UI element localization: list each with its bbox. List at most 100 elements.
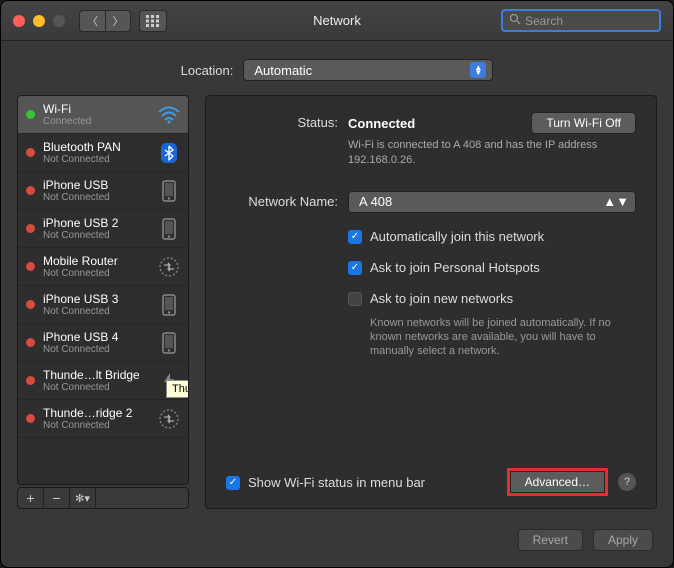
status-dot-icon <box>26 224 35 233</box>
service-name: Thunde…ridge 2 <box>43 406 158 420</box>
service-item-iphone-usb[interactable]: iPhone USBNot Connected <box>18 172 188 210</box>
service-list: Wi-FiConnectedBluetooth PANNot Connected… <box>17 95 189 485</box>
window-controls <box>13 15 65 27</box>
network-name-select[interactable]: A 408 ▲▼ <box>348 191 636 213</box>
service-detail-pane: Status: Connected Turn Wi-Fi Off Wi-Fi i… <box>205 95 657 509</box>
service-text: Mobile RouterNot Connected <box>43 254 158 279</box>
service-name: Mobile Router <box>43 254 158 268</box>
status-value: Connected <box>348 116 415 131</box>
service-status: Not Connected <box>43 344 158 355</box>
select-caret-icon: ▲▼ <box>603 194 629 209</box>
status-dot-icon <box>26 110 35 119</box>
status-dot-icon <box>26 186 35 195</box>
add-service-button[interactable]: + <box>18 488 44 508</box>
service-item-thunde-ridge-2[interactable]: Thunde…ridge 2Not Connected <box>18 400 188 438</box>
search-icon <box>509 13 521 28</box>
search-field[interactable]: Search <box>501 9 661 32</box>
search-placeholder: Search <box>525 14 563 28</box>
tooltip: Thunderbolt Bridge <box>166 380 189 398</box>
service-status: Not Connected <box>43 382 158 393</box>
service-item-thunde-lt-bridge[interactable]: Thunde…lt BridgeNot Connected Thunderbolt… <box>18 362 188 400</box>
zoom-window-button <box>53 15 65 27</box>
help-button[interactable]: ? <box>618 473 636 491</box>
swap-icon <box>158 256 180 278</box>
service-status: Connected <box>43 116 158 127</box>
content-area: Wi-FiConnectedBluetooth PANNot Connected… <box>1 95 673 519</box>
service-name: iPhone USB 3 <box>43 292 158 306</box>
chevron-right-icon: 〉 <box>113 13 124 29</box>
location-value: Automatic <box>254 63 312 78</box>
status-dot-icon <box>26 376 35 385</box>
service-status: Not Connected <box>43 192 158 203</box>
service-text: Thunde…ridge 2Not Connected <box>43 406 158 431</box>
service-name: iPhone USB 2 <box>43 216 158 230</box>
back-button[interactable]: 〈 <box>79 10 105 32</box>
service-actions-button[interactable]: ✻▾ <box>70 488 96 508</box>
service-status: Not Connected <box>43 230 158 241</box>
service-name: iPhone USB 4 <box>43 330 158 344</box>
network-name-value: A 408 <box>359 194 392 209</box>
toggle-wifi-button[interactable]: Turn Wi-Fi Off <box>531 112 636 134</box>
window-title: Network <box>313 13 361 28</box>
advanced-button[interactable]: Advanced… <box>510 471 605 493</box>
known-networks-desc: Known networks will be joined automatica… <box>370 316 636 359</box>
ask-new-checkbox[interactable] <box>348 292 362 306</box>
status-dot-icon <box>26 338 35 347</box>
service-status: Not Connected <box>43 306 158 317</box>
remove-service-button[interactable]: − <box>44 488 70 508</box>
location-label: Location: <box>181 63 234 78</box>
service-item-iphone-usb-2[interactable]: iPhone USB 2Not Connected <box>18 210 188 248</box>
service-text: iPhone USB 3Not Connected <box>43 292 158 317</box>
service-text: Bluetooth PANNot Connected <box>43 140 158 165</box>
ask-hotspot-label: Ask to join Personal Hotspots <box>370 260 540 275</box>
status-label: Status: <box>226 112 348 169</box>
service-text: iPhone USB 4Not Connected <box>43 330 158 355</box>
auto-join-checkbox[interactable]: ✓ <box>348 230 362 244</box>
show-menubar-checkbox[interactable]: ✓ <box>226 476 240 490</box>
service-name: Bluetooth PAN <box>43 140 158 154</box>
service-text: Thunde…lt BridgeNot Connected <box>43 368 158 393</box>
show-menubar-label: Show Wi-Fi status in menu bar <box>248 475 425 490</box>
service-item-mobile-router[interactable]: Mobile RouterNot Connected <box>18 248 188 286</box>
location-row: Location: Automatic ▲▼ <box>1 41 673 95</box>
apply-button[interactable]: Apply <box>593 529 653 551</box>
service-text: iPhone USB 2Not Connected <box>43 216 158 241</box>
forward-button[interactable]: 〉 <box>105 10 131 32</box>
grid-icon <box>146 15 160 27</box>
service-status: Not Connected <box>43 268 158 279</box>
status-description: Wi-Fi is connected to A 408 and has the … <box>348 138 636 169</box>
phone-icon <box>158 332 180 354</box>
advanced-button-highlight: Advanced… <box>507 468 608 496</box>
service-item-bluetooth-pan[interactable]: Bluetooth PANNot Connected <box>18 134 188 172</box>
status-dot-icon <box>26 262 35 271</box>
auto-join-label: Automatically join this network <box>370 229 544 244</box>
phone-icon <box>158 180 180 202</box>
service-sidebar: Wi-FiConnectedBluetooth PANNot Connected… <box>17 95 189 509</box>
service-text: iPhone USBNot Connected <box>43 178 158 203</box>
close-window-button[interactable] <box>13 15 25 27</box>
location-select[interactable]: Automatic ▲▼ <box>243 59 493 81</box>
status-dot-icon <box>26 414 35 423</box>
minimize-window-button[interactable] <box>33 15 45 27</box>
wifi-icon <box>158 104 180 126</box>
revert-button[interactable]: Revert <box>518 529 583 551</box>
service-name: Thunde…lt Bridge <box>43 368 158 382</box>
phone-icon <box>158 218 180 240</box>
ask-hotspot-checkbox[interactable]: ✓ <box>348 261 362 275</box>
service-text: Wi-FiConnected <box>43 102 158 127</box>
footer-buttons: Revert Apply <box>1 519 673 567</box>
service-item-iphone-usb-3[interactable]: iPhone USB 3Not Connected <box>18 286 188 324</box>
show-all-button[interactable] <box>139 10 167 32</box>
service-status: Not Connected <box>43 420 158 431</box>
network-name-label: Network Name: <box>226 191 348 359</box>
service-name: Wi-Fi <box>43 102 158 116</box>
service-item-iphone-usb-4[interactable]: iPhone USB 4Not Connected <box>18 324 188 362</box>
ask-new-label: Ask to join new networks <box>370 291 513 306</box>
chevron-left-icon: 〈 <box>87 13 98 29</box>
service-item-wi-fi[interactable]: Wi-FiConnected <box>18 96 188 134</box>
swap-icon <box>158 408 180 430</box>
status-dot-icon <box>26 148 35 157</box>
service-status: Not Connected <box>43 154 158 165</box>
status-dot-icon <box>26 300 35 309</box>
service-toolbar: + − ✻▾ <box>17 487 189 509</box>
